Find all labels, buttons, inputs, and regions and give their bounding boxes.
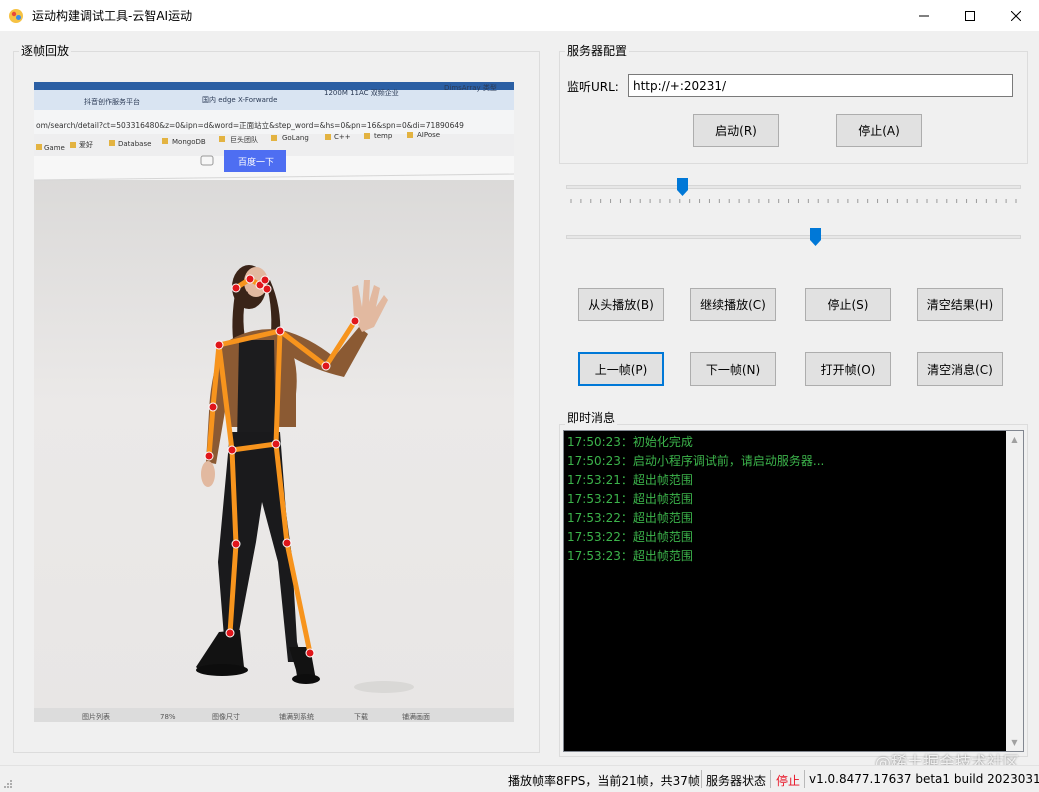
messages-group-title: 即时消息 — [565, 411, 618, 425]
stop-server-button[interactable]: 停止(A) — [836, 114, 922, 147]
clear-results-button[interactable]: 清空结果(H) — [917, 288, 1003, 321]
browser-tab-2: 国内 edge X-Forwarde — [202, 95, 277, 104]
speed-slider-thumb[interactable] — [677, 178, 688, 196]
maximize-button[interactable] — [947, 0, 993, 31]
status-divider — [804, 770, 805, 788]
browser-tab-1: 抖音创作服务平台 — [84, 97, 140, 106]
message-item: 17:53:21：超出帧范围 — [567, 473, 693, 487]
bookmark-7: C++ — [334, 133, 351, 141]
clear-messages-button[interactable]: 清空消息(C) — [917, 352, 1003, 386]
bookmark-5: 巨头团队 — [230, 135, 258, 144]
message-item: 17:53:21：超出帧范围 — [567, 492, 693, 506]
pose-frame-view: 抖音创作服务平台 国内 edge X-Forwarde 1200M 11AC 双… — [34, 82, 514, 722]
app-icon — [9, 8, 23, 23]
message-scrollbar[interactable]: ▲ ▼ — [1006, 431, 1023, 751]
frame-slider[interactable] — [566, 228, 1021, 259]
browser-search-button: 百度一下 — [238, 156, 274, 168]
bookmark-6: GoLang — [282, 134, 309, 142]
restart-play-button[interactable]: 从头播放(B) — [578, 288, 664, 321]
minimize-icon — [919, 15, 929, 16]
scroll-up-icon[interactable]: ▲ — [1006, 431, 1023, 448]
status-divider — [770, 770, 771, 788]
next-frame-button[interactable]: 下一帧(N) — [690, 352, 776, 386]
message-item: 17:53:22：超出帧范围 — [567, 530, 693, 544]
bottom-bar-5: 下载 — [354, 712, 368, 721]
speed-slider-ticks — [570, 199, 1017, 203]
bookmark-8: temp — [374, 132, 393, 140]
browser-address: om/search/detail?ct=503316480&z=0&ipn=d&… — [36, 120, 464, 130]
maximize-icon — [965, 10, 975, 21]
bottom-bar-4: 铺满到系统 — [279, 712, 314, 721]
speed-slider-track — [566, 185, 1021, 189]
server-config-group — [559, 51, 1028, 164]
listen-url-label: 监听URL: — [567, 80, 619, 94]
bookmark-3: Database — [118, 140, 151, 148]
bottom-bar-2: 78% — [160, 713, 176, 721]
close-button[interactable] — [993, 0, 1039, 31]
message-item: 17:50:23：初始化完成 — [567, 435, 693, 449]
pose-frame-image: 抖音创作服务平台 国内 edge X-Forwarde 1200M 11AC 双… — [34, 82, 514, 722]
start-server-button[interactable]: 启动(R) — [693, 114, 779, 147]
title-bar: 运动构建调试工具-云智AI运动 — [0, 0, 1039, 31]
stop-play-button[interactable]: 停止(S) — [805, 288, 891, 321]
message-item: 17:53:22：超出帧范围 — [567, 511, 693, 525]
browser-tab-3: 1200M 11AC 双频企业 — [324, 88, 399, 97]
message-log[interactable]: 17:50:23：初始化完成 17:50:23：启动小程序调试前，请启动服务器.… — [563, 430, 1024, 752]
playback-group-title: 逐帧回放 — [19, 44, 72, 58]
continue-play-button[interactable]: 继续播放(C) — [690, 288, 776, 321]
message-list: 17:50:23：初始化完成 17:50:23：启动小程序调试前，请启动服务器.… — [564, 433, 1008, 566]
status-bar: 播放帧率8FPS，当前21帧，共37帧 服务器状态 停止 v1.0.8477.1… — [0, 765, 1039, 792]
close-icon — [1011, 10, 1021, 21]
window-title: 运动构建调试工具-云智AI运动 — [32, 9, 193, 23]
browser-tab-4: DimsArray 类型 — [444, 83, 497, 92]
resize-grip-icon[interactable] — [3, 779, 13, 789]
bookmark-1: Game — [44, 144, 65, 152]
server-state-value: 停止 — [776, 774, 801, 788]
bookmark-9: AIPose — [417, 131, 440, 139]
message-item: 17:50:23：启动小程序调试前，请启动服务器... — [567, 454, 825, 468]
bottom-bar-1: 图片列表 — [82, 712, 110, 721]
speed-slider[interactable] — [566, 178, 1021, 209]
server-config-title: 服务器配置 — [565, 44, 630, 58]
bookmark-2: 爱好 — [79, 140, 93, 149]
listen-url-input[interactable] — [628, 74, 1013, 97]
message-item: 17:53:23：超出帧范围 — [567, 549, 693, 563]
version-info: v1.0.8477.17637 beta1 build 20230318 — [809, 772, 1039, 786]
server-state-label: 服务器状态 — [706, 774, 767, 788]
playback-info: 播放帧率8FPS，当前21帧，共37帧 — [508, 774, 700, 788]
status-divider — [701, 770, 702, 788]
bottom-bar-3: 图像尺寸 — [212, 712, 240, 721]
frame-slider-track — [566, 235, 1021, 239]
bottom-bar-6: 铺满画面 — [402, 712, 430, 721]
bookmark-4: MongoDB — [172, 138, 206, 146]
frame-slider-thumb[interactable] — [810, 228, 822, 246]
minimize-button[interactable] — [901, 0, 947, 31]
prev-frame-button[interactable]: 上一帧(P) — [578, 352, 664, 386]
open-frame-button[interactable]: 打开帧(O) — [805, 352, 891, 386]
